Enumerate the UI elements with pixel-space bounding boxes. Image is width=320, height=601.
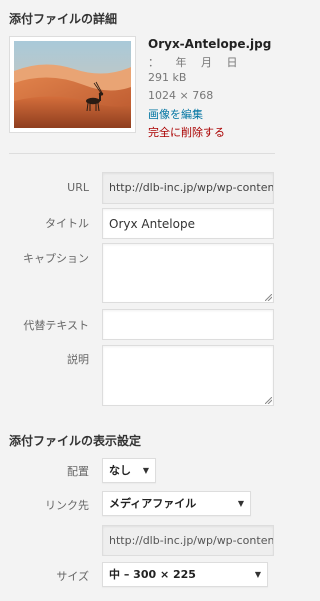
alignment-select[interactable]: なし ▼ [102, 458, 156, 483]
dropdown-arrow-icon: ▼ [254, 570, 261, 579]
link-url-field[interactable]: http://dlb-inc.jp/wp/wp-content/uploads/… [102, 525, 274, 556]
link-to-value: メディアファイル [109, 497, 197, 510]
size-label: サイズ [56, 570, 89, 583]
alignment-label: 配置 [67, 465, 89, 478]
attachment-upload-date: ： 年 月 日 [148, 56, 238, 69]
description-textarea[interactable] [102, 345, 274, 406]
edit-image-link[interactable]: 画像を編集 [148, 106, 203, 122]
link-to-select[interactable]: メディアファイル ▼ [102, 491, 251, 516]
dropdown-arrow-icon: ▼ [237, 499, 244, 508]
resize-grip-icon[interactable] [265, 397, 272, 404]
alt-text-label: 代替テキスト [23, 319, 89, 332]
caption-textarea[interactable] [102, 243, 274, 303]
attachment-filesize: 291 kB [148, 71, 187, 84]
attachment-thumbnail[interactable] [9, 36, 136, 133]
alt-text-input[interactable] [102, 309, 274, 340]
description-field-wrap [102, 345, 274, 406]
attachment-dimensions: 1024 × 768 [148, 89, 214, 102]
title-input[interactable] [102, 208, 274, 239]
resize-grip-icon[interactable] [265, 294, 272, 301]
caption-field-wrap [102, 243, 274, 303]
url-field[interactable]: http://dlb-inc.jp/wp/wp-content/uploads/… [102, 172, 274, 204]
antelope-image [14, 41, 131, 128]
size-select[interactable]: 中 – 300 × 225 ▼ [102, 562, 268, 587]
attachment-details-title: 添付ファイルの詳細 [9, 12, 118, 26]
dropdown-arrow-icon: ▼ [142, 466, 149, 475]
caption-label: キャプション [23, 252, 89, 265]
section-divider [9, 153, 275, 154]
delete-permanently-link[interactable]: 完全に削除する [148, 124, 225, 140]
alignment-value: なし [109, 464, 131, 477]
display-settings-title: 添付ファイルの表示設定 [9, 434, 142, 448]
attachment-filename: Oryx-Antelope.jpg [148, 37, 272, 51]
description-label: 説明 [67, 353, 89, 366]
title-label: タイトル [45, 217, 89, 230]
link-to-label: リンク先 [45, 499, 89, 512]
url-label: URL [67, 181, 89, 194]
size-value: 中 – 300 × 225 [109, 568, 196, 581]
